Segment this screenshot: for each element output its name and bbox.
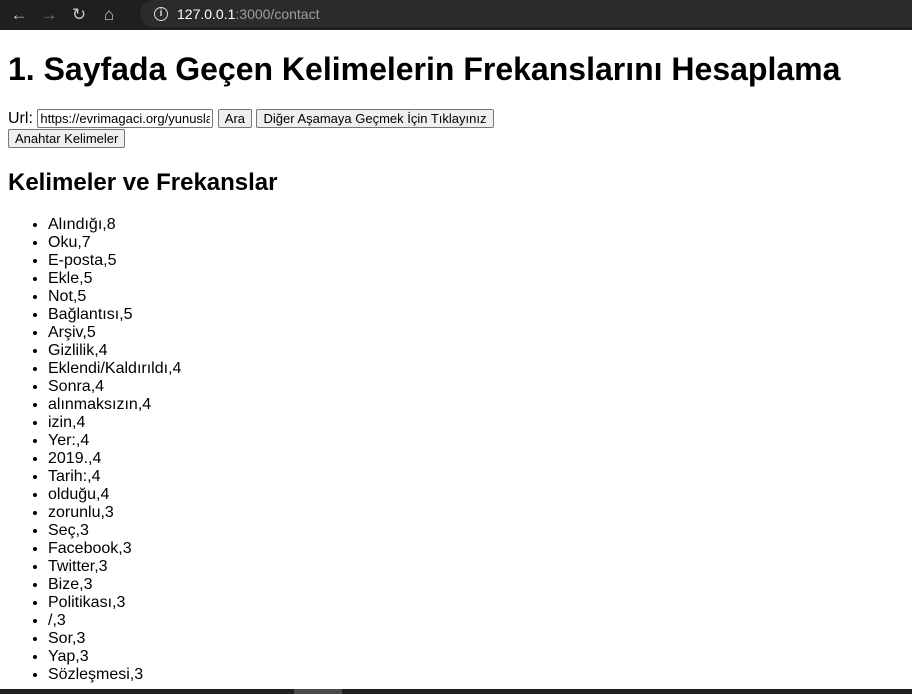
list-item: Yap,3 xyxy=(48,648,904,666)
list-item: Facebook,3 xyxy=(48,540,904,558)
keywords-button[interactable]: Anahtar Kelimeler xyxy=(8,129,126,148)
list-item: Arşiv,5 xyxy=(48,324,904,342)
address-bar[interactable]: i 127.0.0.1:3000/contact xyxy=(140,0,912,27)
list-item: Sonra,4 xyxy=(48,378,904,396)
list-item: alınmaksızın,4 xyxy=(48,396,904,414)
url-path: :3000/contact xyxy=(235,5,320,22)
list-item: Eklendi/Kaldırıldı,4 xyxy=(48,360,904,378)
list-item: Bize,3 xyxy=(48,576,904,594)
url-host: 127.0.0.1 xyxy=(177,5,236,22)
word-frequency-list: Alındığı,8Oku,7E-posta,5Ekle,5Not,5Bağla… xyxy=(8,216,904,684)
list-item: Sor,3 xyxy=(48,630,904,648)
horizontal-scrollbar[interactable] xyxy=(0,689,912,694)
next-stage-button[interactable]: Diğer Aşamaya Geçmek İçin Tıklayınız xyxy=(256,109,494,128)
list-item: zorunlu,3 xyxy=(48,504,904,522)
list-item: Bağlantısı,5 xyxy=(48,306,904,324)
list-item: E-posta,5 xyxy=(48,252,904,270)
list-item: Twitter,3 xyxy=(48,558,904,576)
browser-toolbar: ← → ↻ ⌂ i 127.0.0.1:3000/contact xyxy=(0,0,912,30)
url-label: Url: xyxy=(8,110,33,127)
page-content: 1. Sayfada Geçen Kelimelerin Frekansları… xyxy=(0,51,912,684)
list-item: Yer:,4 xyxy=(48,432,904,450)
section-title: Kelimeler ve Frekanslar xyxy=(8,169,278,196)
list-item: Politikası,3 xyxy=(48,594,904,612)
list-item: Ekle,5 xyxy=(48,270,904,288)
list-item: /,3 xyxy=(48,612,904,630)
list-item: Not,5 xyxy=(48,288,904,306)
back-icon[interactable]: ← xyxy=(8,4,30,26)
list-item: Oku,7 xyxy=(48,234,904,252)
url-input[interactable] xyxy=(37,109,214,128)
scrollbar-thumb[interactable] xyxy=(294,689,342,694)
reload-icon[interactable]: ↻ xyxy=(68,4,90,26)
list-item: Seç,3 xyxy=(48,522,904,540)
list-item: Alındığı,8 xyxy=(48,216,904,234)
info-icon[interactable]: i xyxy=(154,6,168,21)
home-icon[interactable]: ⌂ xyxy=(98,4,120,26)
forward-icon[interactable]: → xyxy=(38,4,60,26)
page-title: 1. Sayfada Geçen Kelimelerin Frekansları… xyxy=(8,51,841,87)
list-item: Gizlilik,4 xyxy=(48,342,904,360)
list-item: izin,4 xyxy=(48,414,904,432)
search-button[interactable]: Ara xyxy=(217,109,253,128)
list-item: olduğu,4 xyxy=(48,486,904,504)
list-item: Tarih:,4 xyxy=(48,468,904,486)
list-item: 2019.,4 xyxy=(48,450,904,468)
list-item: Sözleşmesi,3 xyxy=(48,666,904,684)
